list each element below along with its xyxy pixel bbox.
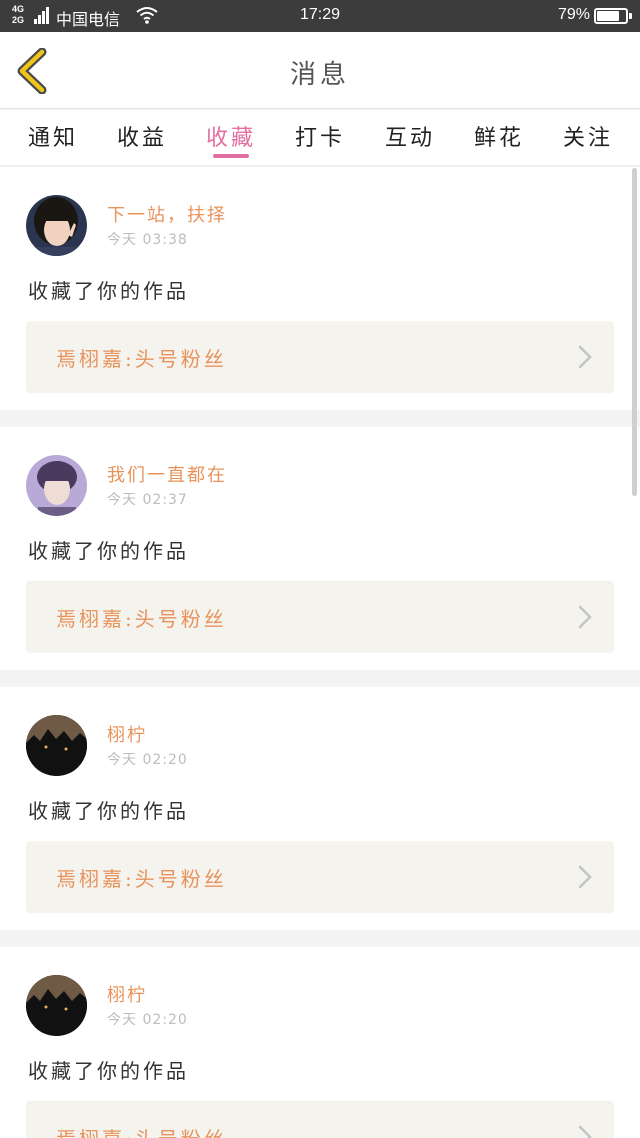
timestamp: 今天 02:20 [107, 752, 188, 768]
tab-checkin[interactable]: 打卡 [285, 120, 355, 152]
wifi-icon [136, 7, 158, 24]
clock: 17:29 [300, 6, 341, 23]
tab-following[interactable]: 关注 [553, 120, 623, 152]
work-link[interactable]: 焉栩嘉:头号粉丝 [26, 321, 614, 393]
avatar[interactable] [26, 195, 87, 256]
list-item: 栩柠 今天 02:20 收藏了你的作品 焉栩嘉:头号粉丝 [0, 687, 640, 930]
work-link[interactable]: 焉栩嘉:头号粉丝 [26, 1101, 614, 1138]
active-tab-indicator [213, 154, 249, 158]
work-title: 焉栩嘉:头号粉丝 [56, 607, 227, 631]
work-link[interactable]: 焉栩嘉:头号粉丝 [26, 841, 614, 913]
tab-notifications[interactable]: 通知 [18, 120, 88, 152]
avatar[interactable] [26, 455, 87, 516]
tab-interaction[interactable]: 互动 [375, 120, 445, 152]
chevron-right-icon [578, 865, 592, 889]
signal-icon [34, 6, 50, 24]
action-text: 收藏了你的作品 [28, 799, 189, 823]
action-text: 收藏了你的作品 [28, 279, 189, 303]
network-type-top: 4G [12, 4, 25, 14]
status-bar: 4G 2G 中国电信 17:29 79% [0, 0, 640, 32]
battery-icon [594, 8, 632, 24]
timestamp: 今天 02:37 [107, 492, 188, 508]
username[interactable]: 下一站，扶择 [107, 201, 227, 227]
network-type-bottom: 2G [12, 15, 25, 25]
work-link[interactable]: 焉栩嘉:头号粉丝 [26, 581, 614, 653]
scrollbar[interactable] [632, 168, 637, 496]
message-list: 下一站，扶择 今天 03:38 收藏了你的作品 焉栩嘉:头号粉丝 我们一直都在 … [0, 167, 640, 1138]
action-text: 收藏了你的作品 [28, 1059, 189, 1083]
username[interactable]: 栩柠 [107, 981, 147, 1007]
carrier-name: 中国电信 [56, 10, 121, 29]
avatar[interactable] [26, 975, 87, 1036]
tab-bar: 通知 收益 收藏 打卡 互动 鲜花 关注 [0, 110, 640, 166]
username[interactable]: 栩柠 [107, 721, 147, 747]
work-title: 焉栩嘉:头号粉丝 [56, 867, 227, 891]
chevron-right-icon [578, 605, 592, 629]
work-title: 焉栩嘉:头号粉丝 [56, 1123, 227, 1138]
tab-flowers[interactable]: 鲜花 [464, 120, 534, 152]
tab-favorites[interactable]: 收藏 [196, 120, 266, 152]
page-title: 消息 [289, 60, 350, 90]
chevron-right-icon [578, 1125, 592, 1138]
work-title: 焉栩嘉:头号粉丝 [56, 347, 227, 371]
avatar[interactable] [26, 715, 87, 776]
list-item: 下一站，扶择 今天 03:38 收藏了你的作品 焉栩嘉:头号粉丝 [0, 167, 640, 410]
username[interactable]: 我们一直都在 [107, 461, 227, 487]
list-item: 我们一直都在 今天 02:37 收藏了你的作品 焉栩嘉:头号粉丝 [0, 427, 640, 670]
network-type: 4G 2G [12, 4, 24, 26]
battery-percent: 79% [558, 6, 591, 23]
header: 消息 [0, 32, 640, 109]
timestamp: 今天 02:20 [107, 1012, 188, 1028]
tab-earnings[interactable]: 收益 [107, 120, 177, 152]
list-item: 栩柠 今天 02:20 收藏了你的作品 焉栩嘉:头号粉丝 [0, 947, 640, 1138]
timestamp: 今天 03:38 [107, 232, 188, 248]
action-text: 收藏了你的作品 [28, 539, 189, 563]
chevron-right-icon [578, 345, 592, 369]
